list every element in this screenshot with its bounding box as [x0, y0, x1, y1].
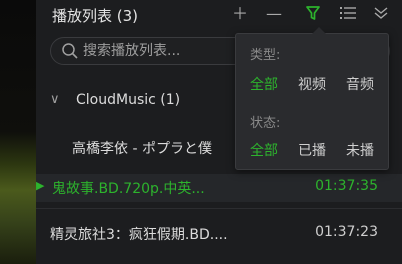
chevron-down-icon[interactable]: ∨ — [50, 92, 60, 107]
item-title: 鬼故事.BD.720p.中英... — [52, 181, 205, 197]
plus-icon[interactable]: ＋ — [232, 4, 248, 24]
status-option-unplayed[interactable]: 未播 — [346, 140, 374, 160]
item-title: 高橋李依 - ポプラと僕 — [72, 141, 212, 157]
type-option-audio[interactable]: 音频 — [346, 74, 374, 94]
search-icon — [61, 42, 79, 60]
list-item[interactable]: 精灵旅社3：疯狂假期.BD.... 01:37:23 — [36, 220, 402, 248]
folder-label: CloudMusic (1) — [76, 92, 181, 108]
type-label: 类型: — [250, 48, 281, 63]
status-label: 状态: — [250, 116, 281, 131]
item-duration: 01:37:23 — [315, 224, 378, 240]
play-indicator-icon: ▶ — [36, 179, 45, 192]
filter-popup: 类型: 全部 视频 音频 状态: 全部 已播 未播 — [235, 27, 389, 170]
status-option-played[interactable]: 已播 — [298, 140, 326, 160]
divider — [36, 208, 402, 209]
item-duration: 01:37:35 — [315, 178, 378, 194]
playlist-header: 播放列表 (3) ＋ — — [36, 0, 402, 30]
list-menu-icon[interactable] — [340, 5, 356, 25]
status-option-all[interactable]: 全部 — [250, 140, 278, 160]
playlist-title: 播放列表 (3) — [52, 7, 139, 25]
type-option-all[interactable]: 全部 — [250, 74, 278, 94]
item-title: 精灵旅社3：疯狂假期.BD.... — [50, 227, 228, 243]
popup-caret — [312, 27, 326, 34]
filter-icon[interactable] — [306, 5, 320, 26]
minus-icon[interactable]: — — [266, 4, 282, 24]
video-preview-strip — [0, 0, 36, 264]
type-option-video[interactable]: 视频 — [298, 74, 326, 94]
chevron-down-icon[interactable] — [374, 5, 388, 25]
list-item-playing[interactable]: ▶ 鬼故事.BD.720p.中英... 01:37:35 — [36, 174, 402, 202]
